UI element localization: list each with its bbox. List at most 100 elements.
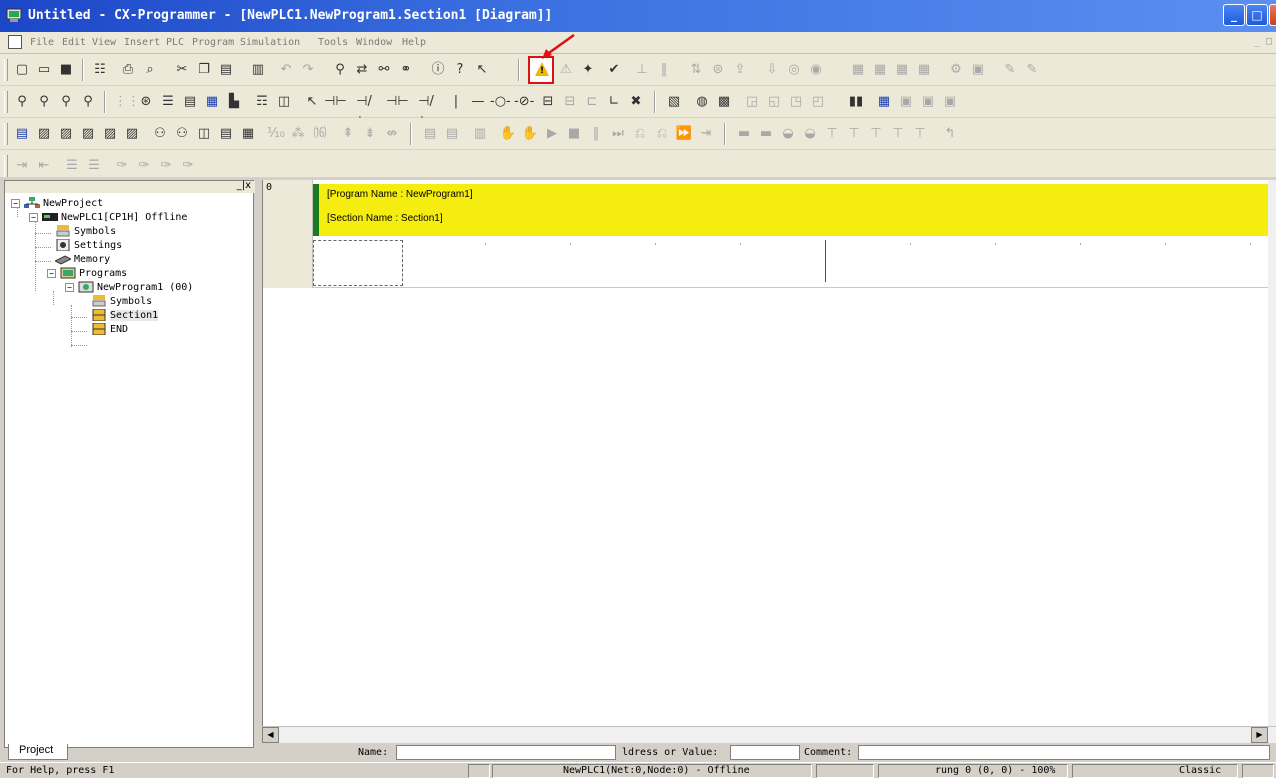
grid-icon[interactable]: ⋮⋮ — [114, 92, 140, 112]
comment-block-icon[interactable]: ☰ — [62, 156, 82, 176]
whats-this-icon[interactable]: ↖ — [472, 60, 492, 80]
io-table-icon[interactable]: ▦ — [914, 60, 934, 80]
undo-icon[interactable]: ↶ — [276, 60, 296, 80]
name-field[interactable] — [396, 745, 616, 760]
run-to-icon[interactable]: ⇥ — [696, 124, 716, 144]
list-icon[interactable]: ☰ — [158, 92, 178, 112]
io-8-icon[interactable]: ⊤ — [910, 124, 930, 144]
replace-icon[interactable]: ⇄ — [352, 60, 372, 80]
indent-icon[interactable]: ⇥ — [12, 156, 32, 176]
menu-help[interactable]: Help — [402, 37, 426, 48]
address-window-icon[interactable]: ▨ — [78, 124, 98, 144]
ladder-cursor[interactable] — [313, 240, 403, 286]
select-icon[interactable]: ↖ — [302, 92, 322, 112]
project-window-icon[interactable]: ▤ — [12, 124, 32, 144]
contact-or-icon[interactable]: ⊣⊢ — [386, 92, 409, 112]
return-icon[interactable]: ↰ — [940, 124, 960, 144]
zoom-icon[interactable]: ⚲ — [56, 92, 76, 112]
io-8-icon[interactable]: ⊤ — [888, 124, 908, 144]
data-view-icon[interactable]: ◍ — [692, 92, 712, 112]
edit-icon[interactable]: ▣ — [918, 92, 938, 112]
instruction-icon[interactable]: ⊟ — [538, 92, 558, 112]
contact-no-icon[interactable]: ⊣⊢ — [324, 92, 347, 112]
copy-icon[interactable]: ❐ — [194, 60, 214, 80]
rung-0[interactable] — [313, 236, 1271, 288]
online-icon[interactable]: ⊥ — [632, 60, 652, 80]
mnemonic-icon[interactable]: ▤ — [180, 92, 200, 112]
time-chart-icon[interactable]: ▦ — [870, 60, 890, 80]
monitor-icon[interactable]: ◎ — [784, 60, 804, 80]
tab-project[interactable]: Project — [8, 744, 68, 760]
step-over-icon[interactable]: ✋ — [520, 124, 540, 144]
fb-icon[interactable]: ⊏ — [582, 92, 602, 112]
monitor-off-icon[interactable]: ▥ — [470, 124, 490, 144]
zoom-to-fit-icon[interactable]: ⚲ — [34, 92, 54, 112]
watch-window-icon[interactable]: ▨ — [56, 124, 76, 144]
io-comment-icon[interactable]: ◫ — [274, 92, 294, 112]
io-6-icon[interactable]: ⊤ — [844, 124, 864, 144]
scroll-left-icon[interactable]: ◀ — [262, 727, 279, 743]
tree-node-settings[interactable]: Settings — [55, 239, 122, 253]
data-trace-icon[interactable]: ▦ — [848, 60, 868, 80]
memory-view-icon[interactable]: ▩ — [714, 92, 734, 112]
binary-icon[interactable]: ⁂ — [288, 124, 308, 144]
collapse-icon[interactable]: − — [65, 282, 74, 292]
coil-nc-icon[interactable]: -⊘- — [514, 92, 534, 112]
setup-icon[interactable]: ⚙ — [946, 60, 966, 80]
comment-icon[interactable]: ☶ — [252, 92, 272, 112]
menu-view[interactable]: View — [92, 37, 116, 48]
horizontal-line-icon[interactable]: — — [468, 92, 488, 112]
tasks-icon[interactable]: ◳ — [786, 92, 806, 112]
watch-icon[interactable]: ◉ — [806, 60, 826, 80]
bit-counter-icon[interactable]: ⊟ — [560, 92, 580, 112]
compile-all-icon[interactable]: ✦ — [578, 60, 598, 80]
force-off-icon[interactable]: ⇟ — [360, 124, 380, 144]
save-icon[interactable]: ■ — [56, 60, 76, 80]
upload-icon[interactable]: ⇪ — [730, 60, 750, 80]
tree-node-symbols[interactable]: Symbols — [55, 225, 116, 239]
cut-icon[interactable]: ✂ — [172, 60, 192, 80]
fast-forward-icon[interactable]: ⏩ — [674, 124, 694, 144]
flags-icon[interactable]: ◱ — [764, 92, 784, 112]
contact-nc-icon[interactable]: ⊣/⊢ — [354, 92, 374, 129]
outdent-icon[interactable]: ⇤ — [34, 156, 54, 176]
paste-icon[interactable]: ▤ — [216, 60, 236, 80]
tree-node-program-symbols[interactable]: Symbols — [91, 295, 152, 309]
symbols-icon[interactable]: ⊛ — [136, 92, 156, 112]
block-icon[interactable]: ▧ — [664, 92, 684, 112]
collapse-icon[interactable]: − — [11, 198, 20, 208]
properties-window-icon[interactable]: ▨ — [122, 124, 142, 144]
print-preview-icon[interactable]: ⌕ — [140, 60, 160, 80]
tree-node-programs[interactable]: − Programs — [47, 267, 127, 281]
step-icon[interactable]: ⏭ — [608, 124, 628, 144]
diagram-icon[interactable]: ◫ — [194, 124, 214, 144]
bookmark-clear-icon[interactable]: ✑ — [178, 156, 198, 176]
break-clear-icon[interactable]: ⎌ — [652, 124, 672, 144]
menu-plc[interactable]: PLC — [166, 37, 184, 48]
toolbar-grip[interactable] — [4, 123, 8, 145]
workspace-controls[interactable]: _|x — [237, 180, 251, 191]
zoom-out-icon[interactable]: ⚲ — [78, 92, 98, 112]
pause-sim-icon[interactable]: ‖ — [586, 124, 606, 144]
st-icon[interactable]: ▙ — [224, 92, 244, 112]
minimize-button[interactable]: _ — [1223, 4, 1245, 26]
compare-icon[interactable]: ⊜ — [708, 60, 728, 80]
edit-icon[interactable]: ▣ — [940, 92, 960, 112]
toolbar-grip[interactable] — [4, 155, 8, 177]
properties-icon[interactable]: ☷ — [90, 60, 110, 80]
info-icon[interactable]: ⓘ — [428, 60, 448, 80]
cross-ref-window-icon[interactable]: ⚇ — [150, 124, 170, 144]
vertical-line-icon[interactable]: | — [446, 92, 466, 112]
contact-or-nc-icon[interactable]: ⊣/⊢ — [416, 92, 436, 129]
stop-icon[interactable]: ■ — [564, 124, 584, 144]
compile-icon[interactable]: ⚠ — [556, 60, 576, 80]
close-button[interactable]: ✕ — [1269, 4, 1276, 26]
force-cancel-icon[interactable]: ⇎ — [382, 124, 402, 144]
download-icon[interactable]: ⇩ — [762, 60, 782, 80]
check-icon[interactable]: ✔ — [604, 60, 624, 80]
delete-icon[interactable]: ✖ — [626, 92, 646, 112]
global-icon[interactable]: ▦ — [874, 92, 894, 112]
transfer-icon[interactable]: ⇅ — [686, 60, 706, 80]
break-icon[interactable]: ⎌ — [630, 124, 650, 144]
hex-icon[interactable]: ⒃ — [310, 124, 330, 144]
